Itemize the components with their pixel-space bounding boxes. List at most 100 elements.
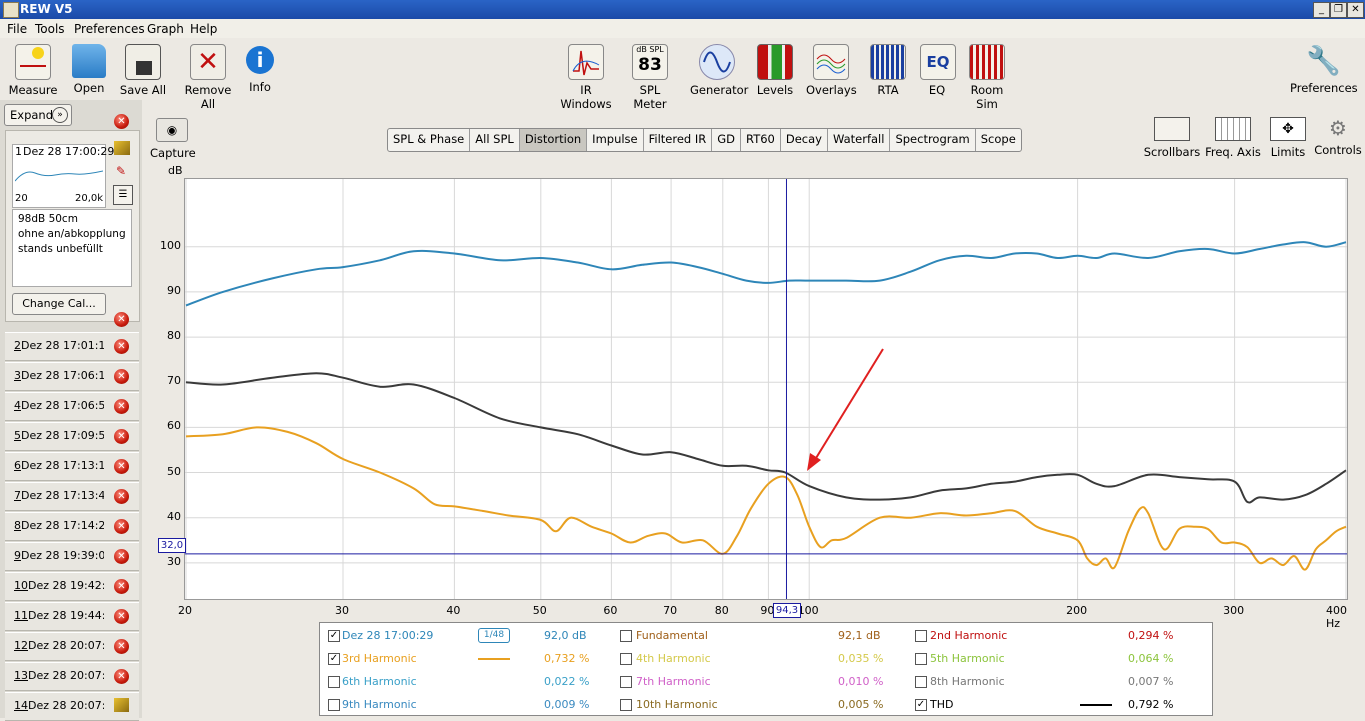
- measurement-row[interactable]: 7Dez 28 17:13:4 ✕: [5, 482, 139, 511]
- tab-spl-phase[interactable]: SPL & Phase: [388, 129, 471, 151]
- measurement-row[interactable]: 2Dez 28 17:01:1 ✕: [5, 332, 139, 361]
- x-tick-label: 40: [446, 604, 461, 617]
- spl-meter-button[interactable]: dB SPL 83 SPL Meter: [624, 40, 676, 111]
- measurement-row[interactable]: 13Dez 28 20:07: ✕: [5, 662, 139, 691]
- menu-preferences[interactable]: Preferences: [74, 22, 145, 36]
- open-button[interactable]: Open: [66, 40, 112, 95]
- remove-measurement-icon[interactable]: ✕: [114, 519, 129, 534]
- note-line: ohne an/abkopplung: [18, 228, 126, 240]
- selected-measurement-card[interactable]: 1 Dez 28 17:00:29 20 20,0k ✎ ☰ 98dB 50cm…: [5, 130, 140, 322]
- window-title: REW V5: [20, 2, 73, 16]
- room-sim-label: Room Sim: [970, 83, 1004, 111]
- close-button[interactable]: ✕: [1347, 2, 1364, 18]
- generator-icon: [699, 44, 735, 80]
- legend-series-name: 5th Harmonic: [930, 652, 1005, 665]
- legend-checkbox[interactable]: [620, 653, 632, 665]
- preferences-button[interactable]: 🔧 Preferences: [1290, 40, 1358, 95]
- remove-all-button[interactable]: ✕ Remove All: [176, 40, 240, 111]
- tab-impulse[interactable]: Impulse: [587, 129, 644, 151]
- legend-checkbox[interactable]: ✓: [328, 630, 340, 642]
- controls-button[interactable]: ⚙ Controls: [1314, 117, 1362, 157]
- scrollbars-button[interactable]: Scrollbars: [1142, 117, 1202, 159]
- remove-measurement-icon[interactable]: ✕: [114, 609, 129, 624]
- tab-distortion[interactable]: Distortion: [519, 129, 588, 151]
- measurement-row[interactable]: 4Dez 28 17:06:5 ✕: [5, 392, 139, 421]
- tab-waterfall[interactable]: Waterfall: [828, 129, 891, 151]
- legend-checkbox[interactable]: [328, 699, 340, 711]
- capture-button[interactable]: ◉ Capture: [150, 118, 196, 160]
- measurement-row[interactable]: 11Dez 28 19:44: ✕: [5, 602, 139, 631]
- remove-measurement-icon[interactable]: ✕: [114, 459, 129, 474]
- legend-checkbox[interactable]: [915, 676, 927, 688]
- legend-checkbox[interactable]: [620, 676, 632, 688]
- minimize-button[interactable]: _: [1313, 2, 1330, 18]
- measurement-row[interactable]: 3Dez 28 17:06:1 ✕: [5, 362, 139, 391]
- pen-icon[interactable]: ✎: [116, 164, 126, 178]
- measurement-row-label: 7Dez 28 17:13:4: [14, 489, 104, 502]
- calibration-icon[interactable]: [114, 698, 129, 712]
- freq-axis-button[interactable]: Freq. Axis: [1204, 117, 1262, 159]
- smoothing-badge[interactable]: 1/48: [478, 628, 510, 643]
- legend-checkbox[interactable]: [620, 699, 632, 711]
- calibration-icon[interactable]: [114, 141, 130, 155]
- menu-help[interactable]: Help: [190, 22, 217, 36]
- tab-rt60[interactable]: RT60: [741, 129, 781, 151]
- measurement-row[interactable]: 12Dez 28 20:07: ✕: [5, 632, 139, 661]
- measure-button[interactable]: Measure: [8, 40, 58, 97]
- freq-axis-label: Freq. Axis: [1205, 145, 1261, 159]
- remove-measurement-icon[interactable]: ✕: [114, 579, 129, 594]
- remove-measurement-icon[interactable]: ✕: [114, 669, 129, 684]
- measurement-notes[interactable]: 98dB 50cm ohne an/abkopplung stands unbe…: [12, 209, 132, 287]
- notes-icon[interactable]: ☰: [113, 185, 133, 205]
- info-button[interactable]: i Info: [244, 40, 276, 94]
- measurement-row[interactable]: 10Dez 28 19:42:5 ✕: [5, 572, 139, 601]
- generator-button[interactable]: Generator: [690, 40, 748, 97]
- remove-measurement-1-icon[interactable]: ✕: [114, 114, 129, 129]
- remove-measurement-icon[interactable]: ✕: [114, 639, 129, 654]
- measurement-row-label: 13Dez 28 20:07:: [14, 669, 104, 682]
- tab-spectrogram[interactable]: Spectrogram: [890, 129, 976, 151]
- menu-graph[interactable]: Graph: [147, 22, 184, 36]
- remove-measurement-icon[interactable]: ✕: [114, 312, 129, 327]
- tab-filtered-ir[interactable]: Filtered IR: [644, 129, 713, 151]
- maximize-button[interactable]: ❐: [1330, 2, 1347, 18]
- tab-all-spl[interactable]: All SPL: [470, 129, 520, 151]
- remove-measurement-icon[interactable]: ✕: [114, 339, 129, 354]
- legend-checkbox[interactable]: [620, 630, 632, 642]
- tab-decay[interactable]: Decay: [781, 129, 828, 151]
- measurement-row[interactable]: 8Dez 28 17:14:2 ✕: [5, 512, 139, 541]
- remove-measurement-icon[interactable]: ✕: [114, 369, 129, 384]
- legend-checkbox[interactable]: [915, 630, 927, 642]
- menu-file[interactable]: File: [7, 22, 27, 36]
- limits-button[interactable]: ✥ Limits: [1266, 117, 1310, 159]
- measurement-row[interactable]: 6Dez 28 17:13:1 ✕: [5, 452, 139, 481]
- remove-measurement-icon[interactable]: ✕: [114, 549, 129, 564]
- remove-measurement-icon[interactable]: ✕: [114, 399, 129, 414]
- ir-windows-button[interactable]: IR Windows: [556, 40, 616, 111]
- remove-measurement-icon[interactable]: ✕: [114, 429, 129, 444]
- plot-area[interactable]: [185, 179, 1347, 599]
- room-sim-button[interactable]: Room Sim: [960, 40, 1014, 111]
- tab-gd[interactable]: GD: [712, 129, 742, 151]
- legend-checkbox[interactable]: ✓: [915, 699, 927, 711]
- rta-button[interactable]: RTA: [870, 40, 906, 97]
- measurement-row[interactable]: 9Dez 28 19:39:0 ✕: [5, 542, 139, 571]
- tab-scope[interactable]: Scope: [976, 129, 1021, 151]
- info-icon: i: [246, 46, 274, 74]
- measurement-row[interactable]: 5Dez 28 17:09:5 ✕: [5, 422, 139, 451]
- overlays-button[interactable]: Overlays: [806, 40, 857, 97]
- eq-button[interactable]: EQ EQ: [920, 40, 956, 97]
- levels-button[interactable]: Levels: [756, 40, 794, 97]
- expand-button[interactable]: Expand »: [4, 104, 72, 126]
- save-all-icon: [125, 44, 161, 80]
- change-cal-button[interactable]: Change Cal...: [12, 293, 106, 315]
- distortion-graph[interactable]: [184, 178, 1348, 600]
- measurement-row[interactable]: 14Dez 28 20:07:59: [5, 692, 139, 721]
- save-all-button[interactable]: Save All: [118, 40, 168, 97]
- y-tick-label: 40: [167, 509, 181, 523]
- menu-tools[interactable]: Tools: [35, 22, 65, 36]
- legend-checkbox[interactable]: [328, 676, 340, 688]
- legend-checkbox[interactable]: [915, 653, 927, 665]
- legend-checkbox[interactable]: ✓: [328, 653, 340, 665]
- remove-measurement-icon[interactable]: ✕: [114, 489, 129, 504]
